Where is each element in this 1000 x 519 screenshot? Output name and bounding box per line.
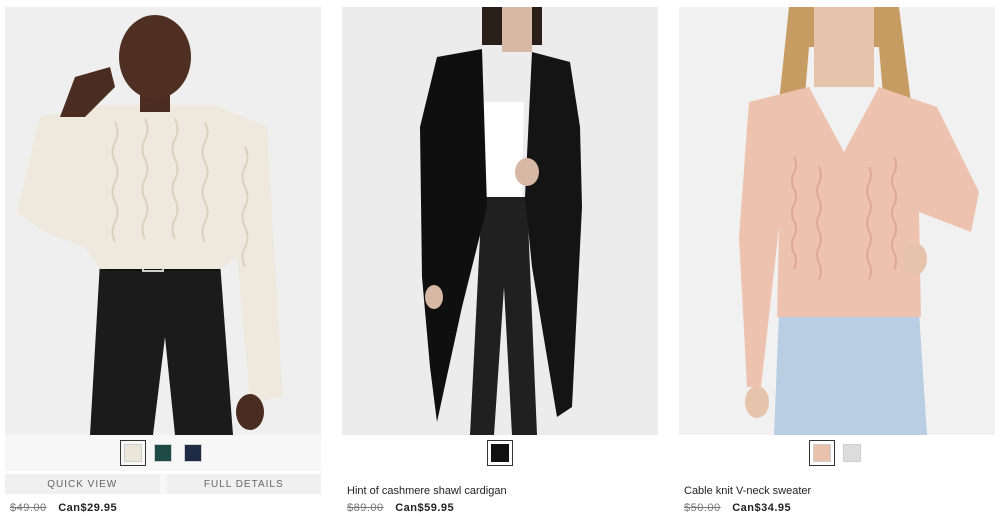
original-price: $50.00 [684, 502, 721, 514]
product-grid: QUICK VIEW FULL DETAILS $49.00 Can$29.95 [0, 0, 1000, 519]
swatch-green[interactable] [153, 443, 173, 463]
color-swatches [342, 435, 658, 471]
product-card[interactable]: Hint of cashmere shawl cardigan $89.00 C… [342, 0, 658, 514]
price-row: $49.00 Can$29.95 [10, 502, 321, 514]
full-details-button[interactable]: FULL DETAILS [166, 474, 321, 494]
product-name[interactable]: Hint of cashmere shawl cardigan [347, 485, 658, 499]
product-image[interactable] [342, 7, 658, 435]
sale-price: Can$59.95 [395, 502, 455, 514]
price-row: $50.00 Can$34.95 [684, 502, 995, 514]
swatch-grey[interactable] [842, 443, 862, 463]
price-row: $89.00 Can$59.95 [347, 502, 658, 514]
card-actions: QUICK VIEW FULL DETAILS [5, 474, 321, 494]
sale-price: Can$29.95 [58, 502, 118, 514]
swatch-cream[interactable] [120, 440, 146, 466]
color-swatches [679, 435, 995, 471]
swatch-pink[interactable] [809, 440, 835, 466]
product-image[interactable] [679, 7, 995, 435]
product-image[interactable] [5, 7, 321, 435]
swatch-navy[interactable] [183, 443, 203, 463]
color-swatches [5, 435, 321, 471]
product-card[interactable]: QUICK VIEW FULL DETAILS $49.00 Can$29.95 [5, 0, 321, 514]
swatch-black[interactable] [487, 440, 513, 466]
quick-view-button[interactable]: QUICK VIEW [5, 474, 160, 494]
original-price: $89.00 [347, 502, 384, 514]
product-card[interactable]: Cable knit V-neck sweater $50.00 Can$34.… [679, 0, 995, 514]
original-price: $49.00 [10, 502, 47, 514]
sale-price: Can$34.95 [732, 502, 792, 514]
product-name[interactable]: Cable knit V-neck sweater [684, 485, 995, 499]
